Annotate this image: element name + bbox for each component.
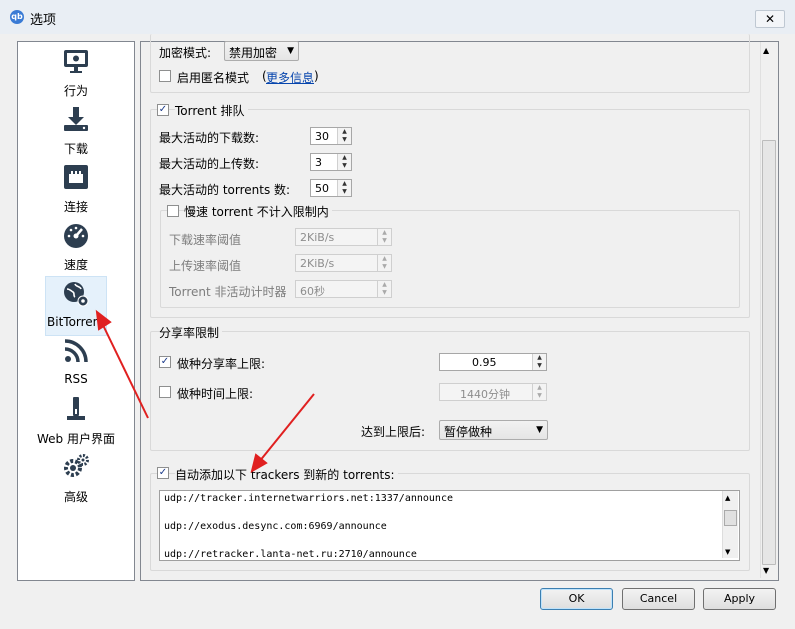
limit-action-label: 达到上限后:: [361, 425, 426, 439]
share-ratio-value: 0.95: [472, 356, 497, 369]
spin-arrows-icon[interactable]: ▲ ▼: [532, 354, 546, 370]
speedometer-icon: [64, 224, 88, 248]
tracker-line: udp://exodus.desync.com:6969/announce: [164, 521, 387, 532]
sidebar-item-label: BitTorrent: [47, 315, 105, 329]
trackers-textarea[interactable]: udp://tracker.internetwarriors.net:1337/…: [159, 490, 740, 561]
slow-torrents-checkbox[interactable]: [167, 205, 179, 217]
inactivity-timer-value: 60秒: [300, 285, 325, 298]
close-button[interactable]: ✕: [755, 10, 785, 28]
tracker-line: udp://retracker.lanta-net.ru:2710/announ…: [164, 549, 417, 560]
max-downloads-label: 最大活动的下载数:: [159, 131, 260, 145]
download-threshold-label: 下载速率阈值: [169, 233, 242, 247]
sidebar-item-label: 行为: [63, 84, 88, 98]
max-torrents-spinbox[interactable]: 50 ▲ ▼: [310, 179, 352, 197]
seed-time-checkbox[interactable]: [159, 386, 171, 398]
upload-threshold-label: 上传速率阈值: [169, 259, 242, 273]
options-sidebar: 行为 下载 连接 速度 BitTorrent RSS Web 用户界面 高级: [17, 41, 135, 581]
settings-scrollbar-thumb[interactable]: [762, 140, 776, 565]
more-info-link[interactable]: 更多信息: [266, 69, 314, 86]
max-uploads-spinbox[interactable]: 3 ▲ ▼: [310, 153, 352, 171]
sidebar-item-label: 下载: [63, 142, 88, 156]
anonymous-mode-label: 启用匿名模式: [177, 71, 250, 85]
apply-button[interactable]: Apply: [703, 588, 776, 610]
spin-arrows-icon[interactable]: ▲ ▼: [337, 128, 351, 144]
max-downloads-spinbox[interactable]: 30 ▲ ▼: [310, 127, 352, 145]
web-ui-icon: [67, 397, 85, 420]
sidebar-item-web-ui[interactable]: Web 用户界面: [18, 392, 134, 450]
anonymous-mode-checkbox[interactable]: [159, 70, 171, 82]
spin-arrows-icon[interactable]: ▲ ▼: [532, 384, 546, 400]
seed-time-spinbox[interactable]: 1440分钟 ▲ ▼: [439, 383, 547, 401]
auto-trackers-title: 自动添加以下 trackers 到新的 torrents:: [175, 466, 398, 483]
torrent-queue-checkbox[interactable]: ✓: [157, 104, 169, 116]
max-uploads-label: 最大活动的上传数:: [159, 157, 260, 171]
ok-button[interactable]: OK: [540, 588, 613, 610]
gears-icon: [64, 454, 89, 477]
encryption-mode-value: 禁用加密: [229, 46, 278, 60]
limit-action-value: 暂停做种: [444, 425, 493, 439]
sidebar-item-label: 速度: [63, 258, 88, 272]
scroll-down-arrow-icon[interactable]: ▼: [725, 548, 730, 556]
title-bar: [0, 0, 795, 34]
sidebar-item-label: Web 用户界面: [37, 432, 115, 446]
sidebar-item-label: 高级: [63, 490, 88, 504]
max-uploads-value: 3: [315, 156, 322, 169]
chevron-down-icon: ▼: [536, 425, 543, 435]
inactivity-timer-spinbox[interactable]: 60秒 ▲ ▼: [295, 280, 392, 298]
max-torrents-label: 最大活动的 torrents 数:: [159, 183, 291, 197]
spin-arrows-icon[interactable]: ▲ ▼: [337, 154, 351, 170]
scroll-up-arrow-icon[interactable]: ▲: [725, 494, 730, 502]
slow-torrents-title: 慢速 torrent 不计入限制内: [184, 203, 332, 220]
spin-arrows-icon[interactable]: ▲ ▼: [337, 180, 351, 196]
max-torrents-value: 50: [315, 182, 329, 195]
share-ratio-checkbox[interactable]: ✓: [159, 356, 171, 368]
tracker-line: udp://tracker.internetwarriors.net:1337/…: [164, 493, 453, 504]
spin-arrows-icon[interactable]: ▲ ▼: [377, 281, 391, 297]
sidebar-item-speed[interactable]: 速度: [18, 218, 134, 276]
share-ratio-label: 做种分享率上限:: [177, 357, 266, 371]
seed-time-value: 1440分钟: [460, 388, 510, 401]
spin-arrows-icon[interactable]: ▲ ▼: [377, 229, 391, 245]
encryption-mode-label: 加密模式:: [159, 46, 212, 60]
scroll-up-arrow-icon[interactable]: ▲: [763, 46, 769, 55]
trackers-scrollbar-thumb[interactable]: [724, 510, 737, 526]
bittorrent-globe-icon: [64, 282, 89, 307]
limit-action-select[interactable]: 暂停做种 ▼: [439, 420, 548, 440]
max-downloads-value: 30: [315, 130, 329, 143]
qbittorrent-app-icon: qb: [10, 10, 24, 24]
download-icon: [64, 107, 88, 131]
window-title: 选项: [30, 13, 57, 28]
sidebar-item-rss[interactable]: RSS: [18, 334, 134, 392]
sidebar-item-connection[interactable]: 连接: [18, 160, 134, 218]
more-info-close-paren: ): [314, 69, 319, 83]
spin-arrows-icon[interactable]: ▲ ▼: [377, 255, 391, 271]
sidebar-item-advanced[interactable]: 高级: [18, 450, 134, 508]
sidebar-item-behavior[interactable]: 行为: [18, 44, 134, 102]
chevron-down-icon: ▼: [287, 46, 294, 56]
upload-threshold-spinbox[interactable]: 2KiB/s ▲ ▼: [295, 254, 392, 272]
sidebar-item-label: 连接: [63, 200, 88, 214]
share-ratio-spinbox[interactable]: 0.95 ▲ ▼: [439, 353, 547, 371]
network-icon: [64, 165, 88, 189]
sidebar-item-label: RSS: [64, 372, 88, 386]
download-threshold-spinbox[interactable]: 2KiB/s ▲ ▼: [295, 228, 392, 246]
auto-trackers-checkbox[interactable]: ✓: [157, 467, 169, 479]
torrent-queue-title: Torrent 排队: [175, 102, 248, 119]
rss-icon: [64, 339, 88, 363]
sidebar-item-bittorrent[interactable]: BitTorrent: [45, 276, 107, 336]
inactivity-timer-label: Torrent 非活动计时器: [169, 285, 287, 299]
cancel-button[interactable]: Cancel: [622, 588, 695, 610]
download-threshold-value: 2KiB/s: [300, 231, 335, 244]
upload-threshold-value: 2KiB/s: [300, 257, 335, 270]
seed-time-label: 做种时间上限:: [177, 387, 254, 401]
sidebar-item-downloads[interactable]: 下载: [18, 102, 134, 160]
monitor-icon: [64, 50, 88, 73]
scroll-down-arrow-icon[interactable]: ▼: [763, 566, 769, 575]
share-ratio-title: 分享率限制: [159, 324, 223, 341]
encryption-mode-select[interactable]: 禁用加密 ▼: [224, 41, 299, 61]
